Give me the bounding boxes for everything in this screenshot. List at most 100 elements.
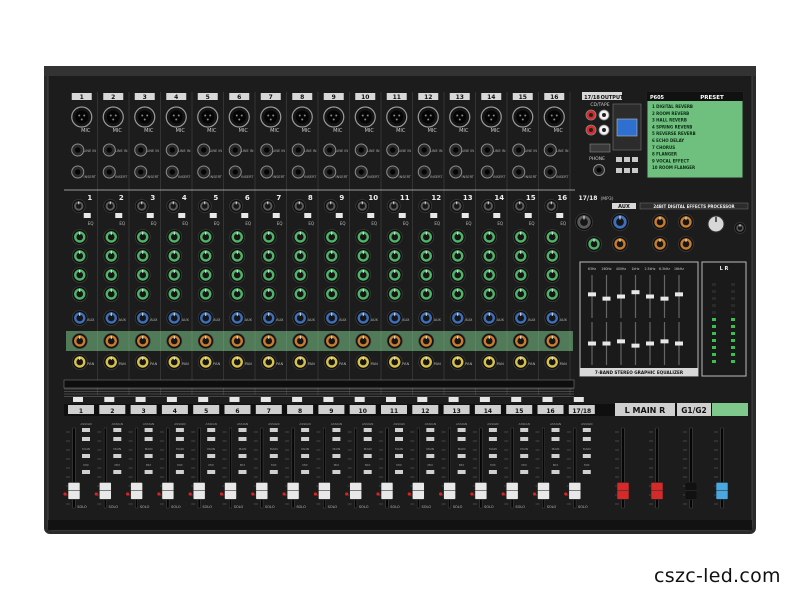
eq-midlow-knob-12 <box>418 267 435 283</box>
fx-send-knob-2 <box>103 333 120 349</box>
graphic-eq-panel <box>579 261 699 377</box>
fader-cap <box>380 482 394 500</box>
channel-number-lower: 16 <box>557 194 567 202</box>
effects-processor-title: 24BIT DIGITAL EFFECTS PROCESSOR <box>653 204 734 209</box>
xlr-mic-input-13-pin2 <box>461 114 464 117</box>
line-in-jack-14 <box>480 143 494 157</box>
mp3-button-lower-0 <box>616 168 622 173</box>
insert-label: INSERT <box>399 175 412 179</box>
line-in-label: LINE IN <box>178 149 191 153</box>
solo-label: SOLO <box>422 505 432 509</box>
mic-label: MIC <box>176 128 186 134</box>
insert-label: INSERT <box>241 175 254 179</box>
insert-label: INSERT <box>84 175 97 179</box>
fader-label-9: 10 <box>359 408 367 415</box>
eq-label: EQ <box>214 221 220 226</box>
insert-jack-10-hole <box>358 169 364 175</box>
channel-number-lower: 5 <box>213 194 218 202</box>
channel-number-label: 12 <box>424 94 432 101</box>
fader-label-4: 5 <box>204 408 208 415</box>
solo-led <box>282 492 286 496</box>
pan-knob-10 <box>355 354 372 370</box>
fx-send-knob-7 <box>260 333 277 349</box>
insert-jack-8 <box>291 165 305 179</box>
insert-label: INSERT <box>336 175 349 179</box>
pad-button <box>524 213 532 218</box>
fader-cap <box>537 482 550 500</box>
pan-knob-16 <box>544 354 561 370</box>
eq-high-knob-5 <box>197 229 214 245</box>
ch-17-18-label: 17/18 <box>579 195 598 202</box>
eq-slider-bottom-1 <box>602 341 611 346</box>
assign-button-1 <box>488 428 497 432</box>
meter-led-r-0 <box>731 360 735 363</box>
assign-button-1 <box>238 428 247 432</box>
pan-label: PAN <box>150 362 157 366</box>
assign-button-3 <box>551 454 560 458</box>
eq-mid-knob-9 <box>323 248 340 264</box>
assign-button-4 <box>488 470 497 474</box>
mix-label: MIX <box>302 463 308 467</box>
meter-led-r-3 <box>731 339 735 342</box>
line-in-jack-13-hole <box>453 147 459 153</box>
watermark-text: cszc-led.com <box>654 565 781 587</box>
channel-number-lower: 8 <box>308 194 313 202</box>
fader-cap <box>474 482 488 500</box>
pad-button <box>556 213 564 218</box>
aux-label: AUX <box>465 318 473 322</box>
eq-slider-top-1 <box>602 296 611 301</box>
eq-mid-knob-14 <box>481 248 498 264</box>
meter-led-l-1 <box>712 353 716 356</box>
solo-led <box>63 492 67 496</box>
mix-label: MIX <box>428 463 434 467</box>
mute-button-15 <box>542 397 553 402</box>
assign-label: ASSIGN <box>268 422 279 426</box>
mix-label: MIX <box>240 463 246 467</box>
insert-jack-4-hole <box>169 169 175 175</box>
xlr-mic-input-2 <box>102 106 124 128</box>
eq-high-knob-6 <box>229 229 246 245</box>
eq-low-knob-16 <box>544 286 561 302</box>
assign-button-2 <box>301 437 310 441</box>
fx-send-knob-11 <box>386 333 403 349</box>
xlr-mic-input-11-socket <box>390 110 404 124</box>
insert-jack-11 <box>386 165 400 179</box>
aux-knob-2 <box>103 310 120 326</box>
xlr-mic-input-15-pin2 <box>524 114 527 117</box>
mix-label: MIX <box>584 463 590 467</box>
mute-button-14 <box>511 397 522 402</box>
line-in-label: LINE IN <box>556 149 569 153</box>
line-in-jack-12-hole <box>421 147 427 153</box>
assign-button-1 <box>82 428 90 432</box>
fader-label-14: 15 <box>515 408 523 415</box>
mic-label: MIC <box>207 128 217 134</box>
pan-knob-6 <box>229 354 246 370</box>
aux-label: AUX <box>339 318 347 322</box>
assign-button-2 <box>395 437 403 441</box>
solo-label: SOLO <box>109 505 119 509</box>
fader-label-16: 17/18 <box>572 408 591 415</box>
gain-knob-11 <box>386 199 401 213</box>
mute-button-7 <box>292 397 303 402</box>
solo-label: SOLO <box>171 505 181 509</box>
line-in-jack-9 <box>323 143 337 157</box>
assign-button-3 <box>582 454 591 458</box>
eq-slider-bottom-5 <box>660 339 669 344</box>
assign-button-2 <box>269 437 278 441</box>
pan-label: PAN <box>528 362 535 366</box>
insert-jack-7 <box>260 165 274 179</box>
insert-jack-1 <box>71 165 85 179</box>
xlr-mic-input-1-pin2 <box>83 114 86 117</box>
insert-jack-5-hole <box>201 169 207 175</box>
fader-cap <box>286 482 300 500</box>
assign-button-2 <box>113 437 122 441</box>
pan-label: PAN <box>339 362 346 366</box>
pan-knob-15 <box>512 354 529 370</box>
fader-label-13: 14 <box>484 408 492 415</box>
line-in-label: LINE IN <box>146 149 159 153</box>
eq-slider-bottom-4 <box>646 341 654 346</box>
assign-button-2 <box>520 437 529 441</box>
aux-label: AUX <box>371 318 379 322</box>
xlr-mic-input-9-pin1 <box>330 114 333 117</box>
line-in-jack-15-hole <box>516 147 522 153</box>
